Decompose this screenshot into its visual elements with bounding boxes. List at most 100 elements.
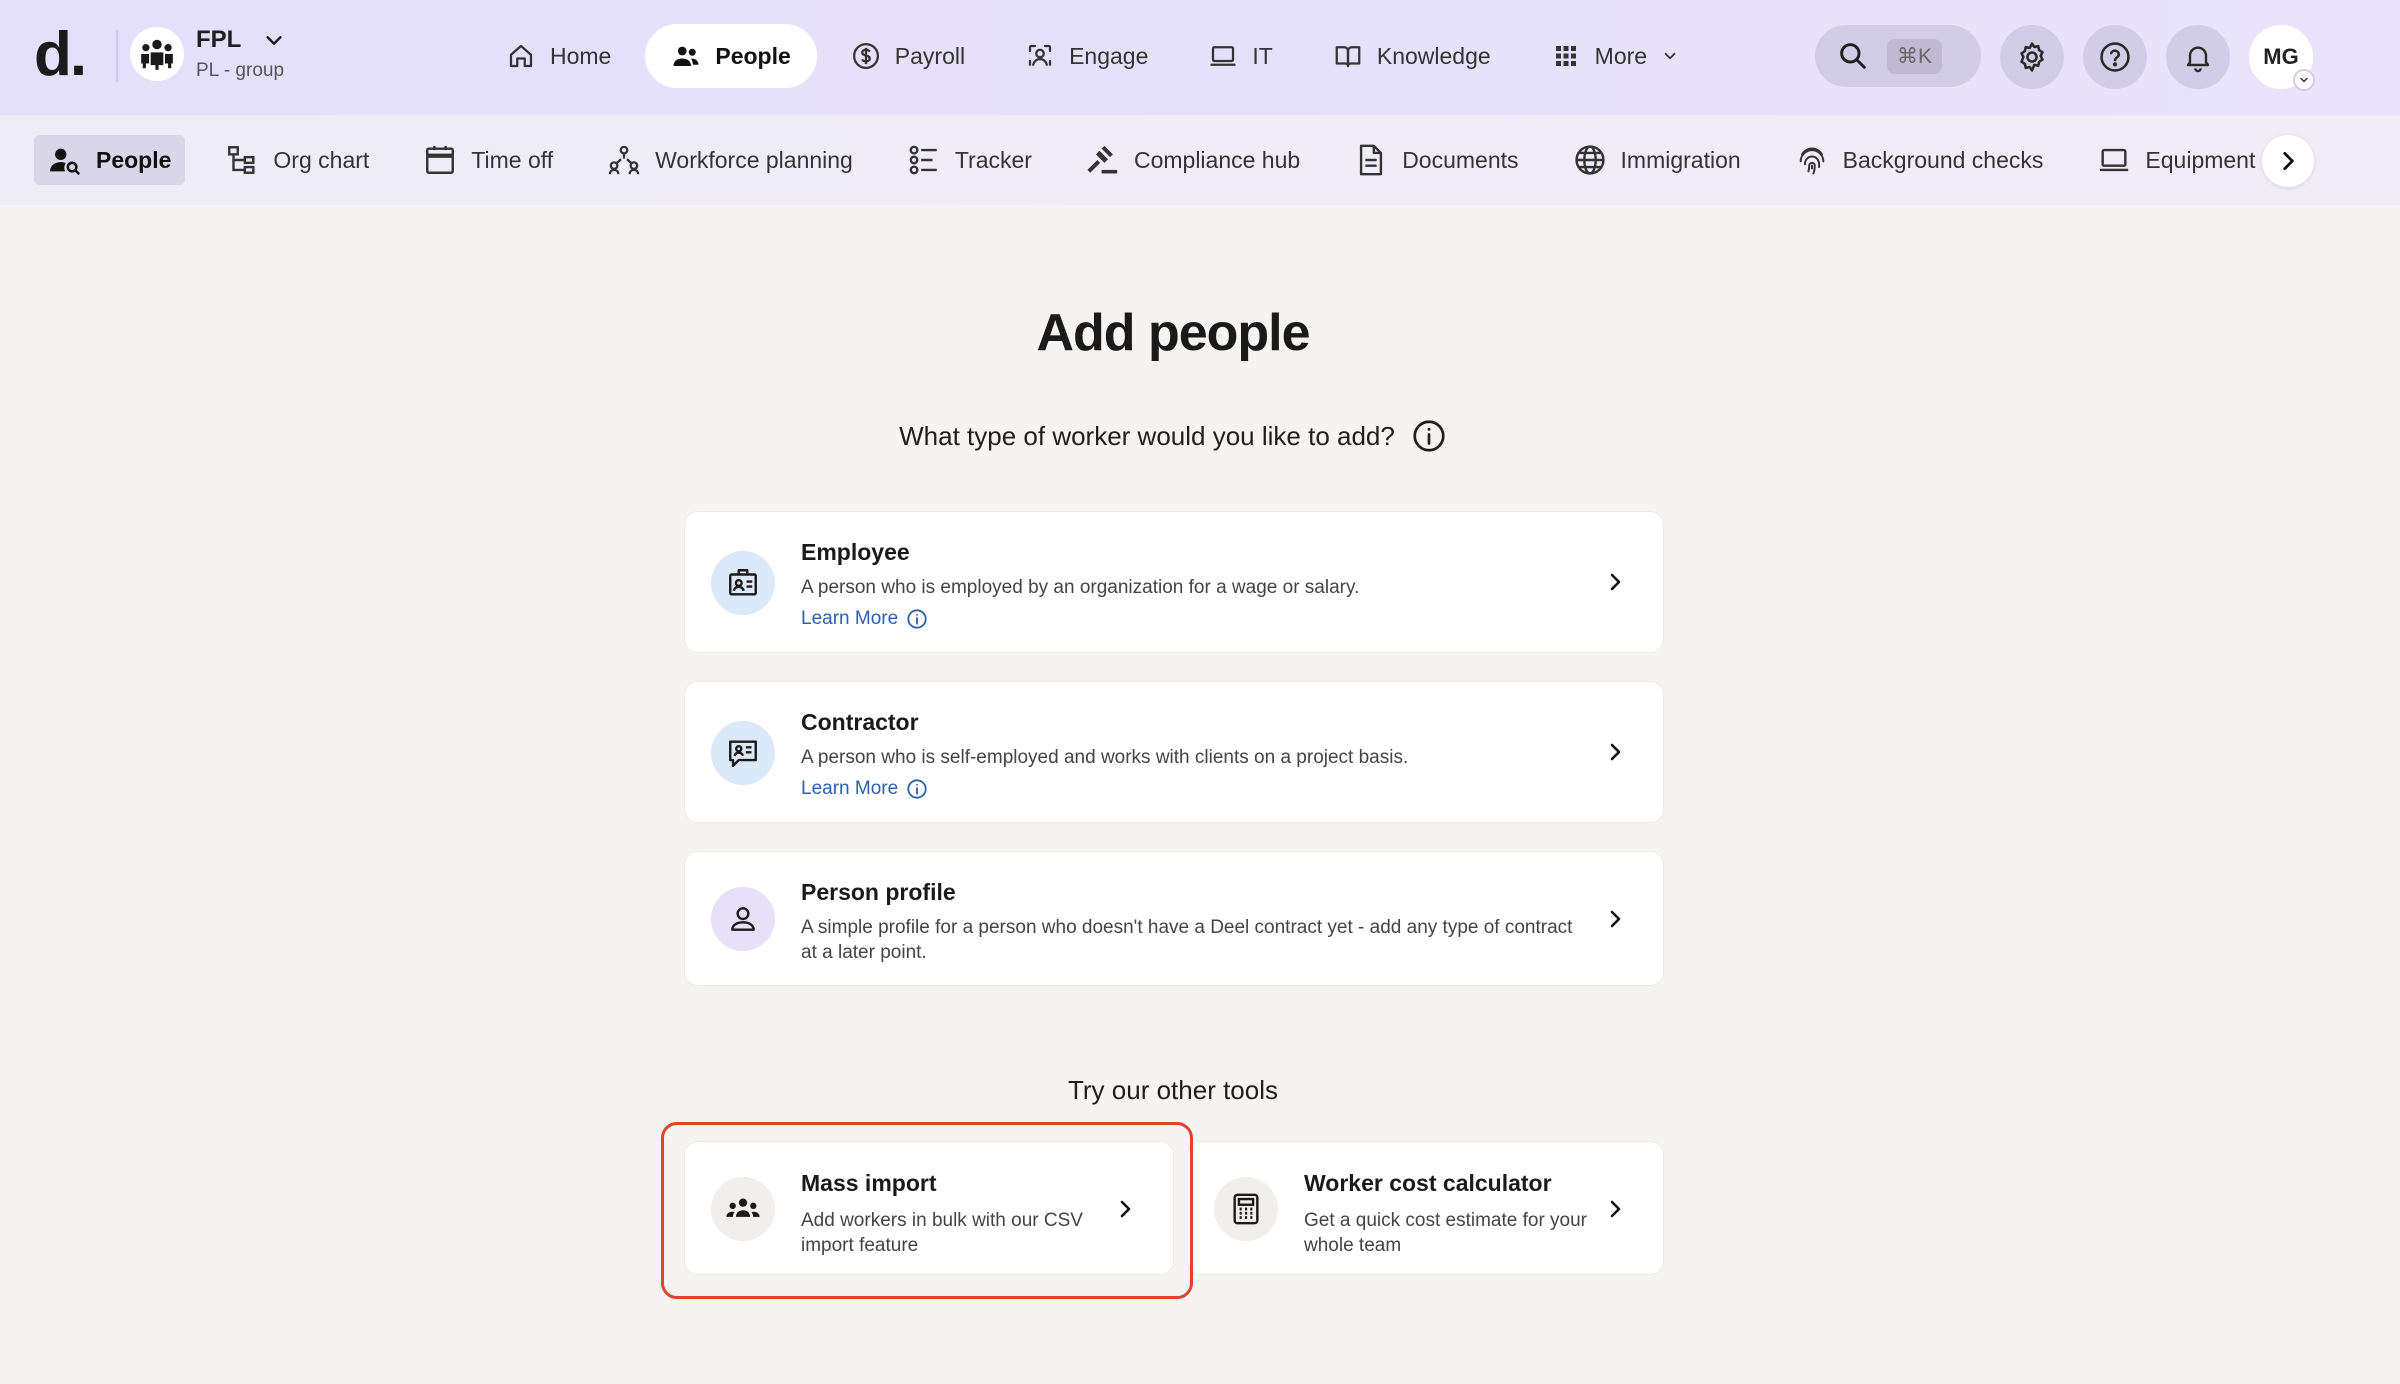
subnav-scroll-right-button[interactable] [2262, 135, 2314, 187]
chevron-right-icon [1603, 740, 1627, 764]
info-icon[interactable] [1411, 418, 1447, 454]
nav-payroll[interactable]: Payroll [825, 24, 991, 88]
subnav-org-chart[interactable]: Org chart [211, 135, 383, 185]
employee-description: A person who is employed by an organizat… [801, 577, 1360, 598]
nav-engage[interactable]: Engage [999, 24, 1174, 88]
gear-icon [2015, 40, 2049, 74]
chevron-right-icon [2275, 148, 2301, 174]
nav-knowledge-label: Knowledge [1376, 42, 1491, 69]
fingerprint-icon [1795, 143, 1829, 177]
subnav-workforce-planning[interactable]: Workforce planning [593, 135, 867, 185]
org-chart-icon [225, 143, 259, 177]
person-profile-description: A simple profile for a person who doesn'… [801, 917, 1573, 963]
nav-people[interactable]: People [645, 24, 817, 88]
org-subtitle: PL - group [196, 60, 285, 81]
notifications-button[interactable] [2166, 25, 2230, 89]
bell-icon [2182, 41, 2214, 73]
subnav-time-off-label: Time off [471, 146, 554, 173]
person-profile-card[interactable]: Person profile A simple profile for a pe… [684, 851, 1664, 986]
chevron-right-icon [1603, 570, 1627, 594]
nav-home-label: Home [550, 42, 612, 69]
nav-people-label: People [715, 42, 791, 69]
chevron-down-icon [2293, 69, 2315, 91]
employee-card[interactable]: Employee A person who is employed by an … [684, 511, 1664, 653]
user-initials: MG [2263, 44, 2299, 69]
laptop-icon [1208, 41, 1238, 71]
chevron-right-icon [1603, 907, 1627, 931]
subnav-immigration-label: Immigration [1620, 146, 1741, 173]
subnav-tracker[interactable]: Tracker [893, 135, 1046, 185]
subnav-immigration[interactable]: Immigration [1559, 135, 1755, 185]
settings-button[interactable] [2000, 25, 2064, 89]
learn-more-label: Learn More [801, 608, 899, 629]
info-icon [906, 778, 928, 800]
contractor-learn-more-link[interactable]: Learn More [801, 778, 928, 800]
question-text: What type of worker would you like to ad… [899, 420, 1395, 451]
header-divider [116, 30, 118, 82]
tracker-icon [907, 143, 941, 177]
employee-title: Employee [801, 539, 910, 565]
deel-logo[interactable]: d. [34, 24, 87, 86]
mass-import-card[interactable]: Mass import Add workers in bulk with our… [684, 1141, 1174, 1275]
info-icon [906, 608, 928, 630]
gavel-icon [1086, 143, 1120, 177]
subnav-workforce-planning-label: Workforce planning [655, 146, 853, 173]
nav-payroll-label: Payroll [894, 42, 966, 69]
top-header: d. FPL PL - group Home People Payroll En… [0, 0, 2400, 115]
worker-cost-calculator-description: Get a quick cost estimate for your whole… [1304, 1210, 1588, 1256]
mass-import-title: Mass import [801, 1170, 937, 1196]
org-switcher[interactable]: FPL PL - group [130, 26, 285, 82]
nav-knowledge[interactable]: Knowledge [1307, 24, 1517, 88]
worker-cost-calculator-card[interactable]: Worker cost calculator Get a quick cost … [1187, 1141, 1664, 1275]
nav-it[interactable]: IT [1182, 24, 1298, 88]
subnav-time-off[interactable]: Time off [409, 135, 567, 185]
learn-more-label: Learn More [801, 778, 899, 799]
mass-import-description: Add workers in bulk with our CSV import … [801, 1210, 1083, 1256]
subnav-equipment-label: Equipment [2145, 146, 2256, 173]
calculator-icon [1214, 1177, 1278, 1241]
subnav-compliance-hub-label: Compliance hub [1133, 146, 1301, 173]
calendar-icon [423, 143, 457, 177]
page-title: Add people [1036, 304, 1310, 362]
subnav-documents[interactable]: Documents [1340, 135, 1532, 185]
person-search-icon [48, 143, 82, 177]
chevron-down-icon [1661, 47, 1679, 65]
search-shortcut: ⌘K [1887, 38, 1943, 74]
org-name: FPL [196, 26, 242, 53]
search-icon [1837, 40, 1869, 72]
main-nav: Home People Payroll Engage IT Knowledge … [480, 23, 1713, 89]
subnav-tracker-label: Tracker [954, 146, 1032, 173]
subnav-background-checks[interactable]: Background checks [1781, 135, 2058, 185]
nav-home[interactable]: Home [480, 24, 637, 88]
subnav-compliance-hub[interactable]: Compliance hub [1072, 135, 1314, 185]
chevron-down-icon [263, 29, 285, 51]
subnav-people-label: People [96, 146, 172, 173]
people-icon [671, 41, 701, 71]
contract-icon [711, 721, 775, 785]
worker-cost-calculator-title: Worker cost calculator [1304, 1170, 1552, 1196]
chevron-right-icon [1113, 1197, 1137, 1221]
person-profile-title: Person profile [801, 879, 956, 905]
nav-engage-label: Engage [1069, 42, 1149, 69]
nav-more-label: More [1594, 42, 1648, 69]
other-tools-heading: Try our other tools [1067, 1075, 1278, 1105]
nav-it-label: IT [1252, 42, 1273, 69]
subnav-equipment[interactable]: Equipment [2083, 135, 2269, 185]
nav-more[interactable]: More [1525, 24, 1705, 88]
id-badge-icon [711, 551, 775, 615]
help-button[interactable] [2083, 25, 2147, 89]
book-icon [1333, 41, 1363, 71]
user-avatar[interactable]: MG [2249, 25, 2315, 91]
contractor-card[interactable]: Contractor A person who is self-employed… [684, 681, 1664, 823]
laptop-icon [2097, 143, 2131, 177]
home-icon [506, 41, 536, 71]
employee-learn-more-link[interactable]: Learn More [801, 608, 928, 630]
search-button[interactable]: ⌘K [1815, 25, 1981, 87]
globe-icon [1573, 143, 1607, 177]
subnav-people[interactable]: People [34, 135, 186, 185]
chevron-right-icon [1603, 1197, 1627, 1221]
contractor-description: A person who is self-employed and works … [801, 747, 1409, 768]
document-icon [1354, 143, 1388, 177]
worker-type-question: What type of worker would you like to ad… [0, 418, 2346, 454]
subnav-org-chart-label: Org chart [273, 146, 370, 173]
